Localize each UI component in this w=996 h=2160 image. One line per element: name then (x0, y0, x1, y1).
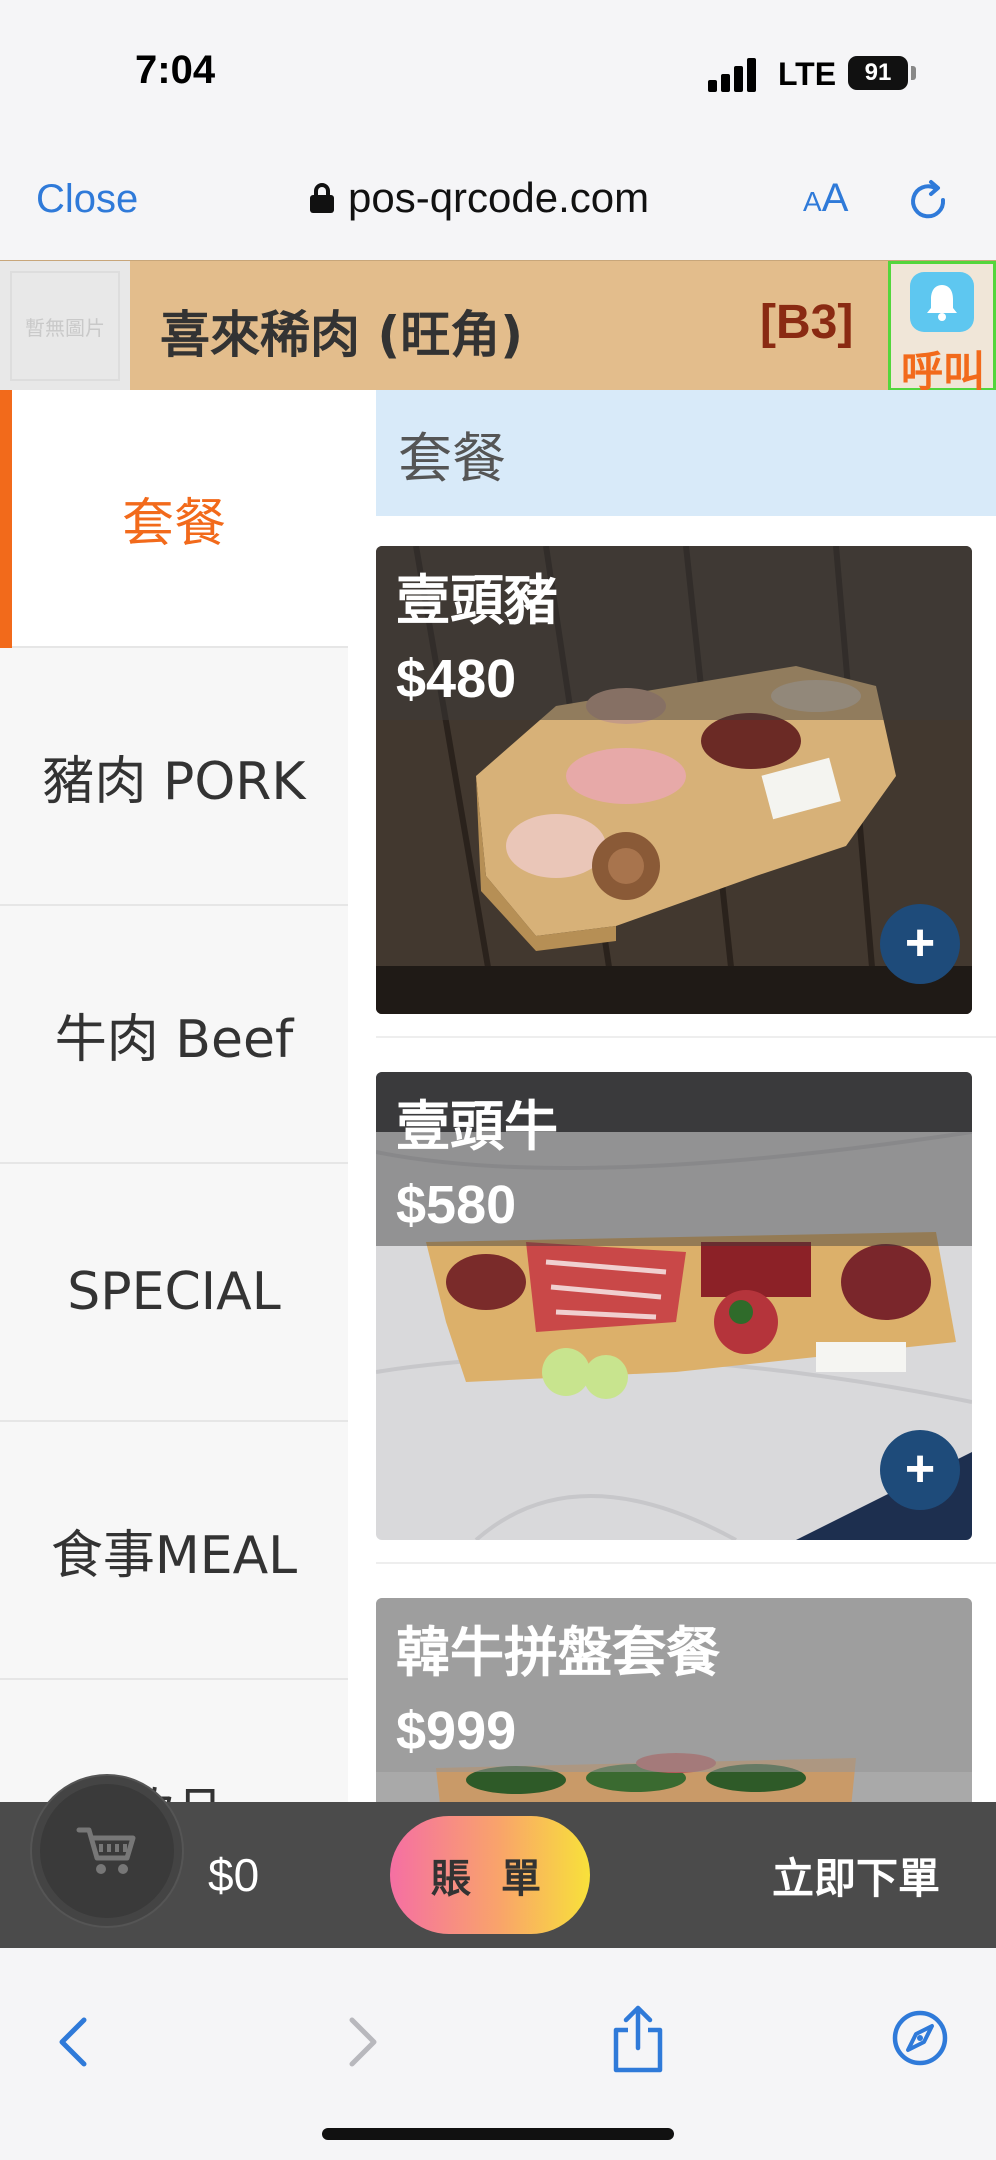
divider (376, 1562, 996, 1564)
store-logo-placeholder: 暫無圖片 (10, 271, 120, 381)
add-to-cart-button[interactable]: + (880, 904, 960, 984)
category-item-pork[interactable]: 豬肉 PORK (0, 648, 348, 906)
category-label: 套餐 (121, 493, 226, 554)
section-title: 套餐 (376, 390, 996, 516)
product-name: 壹頭豬 (396, 569, 558, 632)
cart-icon (76, 1827, 136, 1874)
compass-icon[interactable] (890, 2008, 950, 2068)
category-label: 豬肉 PORK (42, 751, 306, 812)
category-item-special[interactable]: SPECIAL (0, 1164, 348, 1422)
store-header: 暫無圖片 喜來稀肉 (旺角) [B3] 呼叫 (0, 260, 996, 396)
cart-total: $0 (208, 1849, 260, 1901)
product-name: 韓牛拼盤套餐 (396, 1621, 720, 1684)
category-label: 牛肉 Beef (54, 1009, 294, 1070)
back-icon[interactable] (54, 2014, 94, 2070)
category-label: SPECIAL (67, 1262, 281, 1322)
reload-icon[interactable] (905, 178, 953, 226)
browser-toolbar (0, 1948, 996, 2160)
category-item-set-meal[interactable]: 套餐 (0, 390, 348, 648)
forward-icon[interactable] (342, 2014, 382, 2070)
product-card-pork[interactable]: 壹頭豬 $480 + (376, 546, 972, 1014)
product-price: $999 (396, 1701, 517, 1761)
status-time: 7:04 (135, 48, 216, 92)
network-type: LTE (778, 56, 837, 92)
battery-icon: 91 (848, 56, 908, 90)
product-list: 套餐 壹頭豬 $480 + 壹頭牛 $580 + 韓牛拼盤套餐 $999 (348, 390, 996, 1802)
browser-address-bar: Close pos-qrcode.com AA (0, 140, 996, 260)
category-sidebar: 套餐 豬肉 PORK 牛肉 Beef SPECIAL 食事MEAL 飲品 (0, 390, 348, 1802)
url-field[interactable]: pos-qrcode.com (310, 170, 649, 226)
store-name: 喜來稀肉 (旺角) (160, 306, 524, 364)
product-price: $580 (396, 1175, 517, 1235)
close-button[interactable]: Close (36, 177, 138, 222)
home-indicator (322, 2128, 674, 2140)
cart-bar: $0 賬 單 立即下單 (0, 1776, 996, 1948)
category-label: 食事MEAL (50, 1525, 298, 1586)
status-bar: 7:04 LTE 91 (0, 0, 996, 140)
product-price: $480 (396, 649, 517, 709)
add-to-cart-button[interactable]: + (880, 1430, 960, 1510)
category-item-meal[interactable]: 食事MEAL (0, 1422, 348, 1680)
category-item-beef[interactable]: 牛肉 Beef (0, 906, 348, 1164)
url-text: pos-qrcode.com (348, 174, 650, 221)
category-item-drinks[interactable]: 飲品 (0, 1680, 348, 1803)
product-card-wagyu-set[interactable]: 韓牛拼盤套餐 $999 (376, 1598, 972, 1802)
divider (376, 1036, 996, 1038)
call-waiter-button[interactable]: 呼叫 (888, 261, 996, 396)
store-logo: 暫無圖片 (0, 261, 130, 391)
bell-icon (910, 272, 974, 332)
share-icon[interactable] (608, 2004, 668, 2074)
place-order-button[interactable]: 立即下單 (716, 1802, 996, 1948)
bill-button[interactable]: 賬 單 (390, 1816, 590, 1934)
product-card-beef[interactable]: 壹頭牛 $580 + (376, 1072, 972, 1540)
cart-button[interactable] (32, 1776, 182, 1926)
table-number: [B3] (760, 296, 854, 349)
lock-icon (310, 183, 334, 213)
signal-icon (708, 58, 760, 92)
product-name: 壹頭牛 (396, 1095, 558, 1158)
text-size-button[interactable]: AA (803, 176, 848, 221)
battery-tip (911, 66, 916, 80)
active-indicator (0, 390, 12, 648)
